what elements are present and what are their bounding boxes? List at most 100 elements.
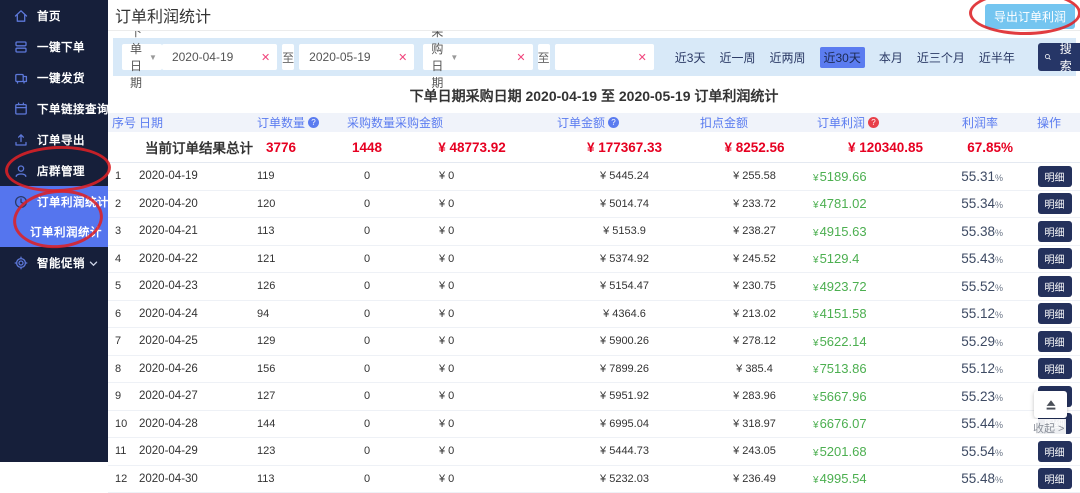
purchase-date-to-input[interactable] <box>563 45 631 69</box>
summary-deduction-amount: ¥ 8252.56 <box>696 140 813 155</box>
rate-value: 55.43 <box>961 251 995 266</box>
cell-order_count: 120 <box>253 198 343 210</box>
sidebar-item-home[interactable]: 首页 <box>0 0 108 31</box>
table-row: 122020-04-301130¥ 0¥ 5232.03¥ 236.49¥499… <box>108 466 1080 493</box>
cell-order-profit: ¥4781.02 <box>813 196 958 211</box>
purchase-date-to-box: ✕ <box>555 44 654 70</box>
collapse-widget[interactable]: 收起 > <box>1031 419 1066 437</box>
sidebar-item-calendar[interactable]: 下单链接查询 <box>0 93 108 124</box>
search-button-label: 搜索 <box>1058 40 1077 74</box>
sidebar-item-order[interactable]: 一键下单 <box>0 31 108 62</box>
quick-range-1[interactable]: 近一周 <box>719 49 755 66</box>
cell-action: 明细 <box>1033 468 1076 489</box>
rate-value: 55.12 <box>961 306 995 321</box>
cell-order_count: 123 <box>253 445 343 457</box>
cell-seq: 8 <box>108 363 135 375</box>
sidebar-item-clock[interactable]: 订单利润统计 <box>0 186 108 217</box>
column-header-7: 订单利润? <box>813 114 958 131</box>
quick-range-4[interactable]: 本月 <box>879 49 903 66</box>
cell-deduction_amount: ¥ 230.75 <box>696 280 813 292</box>
detail-button[interactable]: 明细 <box>1038 221 1072 242</box>
profit-value: 4151.58 <box>820 306 867 321</box>
detail-button[interactable]: 明细 <box>1038 303 1072 324</box>
help-icon[interactable]: ? <box>608 117 619 128</box>
purchase-date-type-select[interactable]: 采购日期 ▼ <box>423 23 463 91</box>
column-header-2: 订单数量? <box>253 114 343 131</box>
detail-button[interactable]: 明细 <box>1038 331 1072 352</box>
cell-purchase_amount: ¥ 0 <box>391 225 553 237</box>
detail-button[interactable]: 明细 <box>1038 468 1072 489</box>
cell-profit-rate: 55.29% <box>958 334 1033 349</box>
cell-purchase_amount: ¥ 0 <box>391 335 553 347</box>
sidebar-item-gear[interactable]: 智能促销 <box>0 247 108 278</box>
cell-profit-rate: 55.43% <box>958 251 1033 266</box>
detail-button[interactable]: 明细 <box>1038 193 1072 214</box>
rate-value: 55.48 <box>961 471 995 486</box>
detail-button[interactable]: 明细 <box>1038 276 1072 297</box>
detail-button[interactable]: 明细 <box>1038 441 1072 462</box>
cell-action: 明细 <box>1033 193 1076 214</box>
cell-date: 2020-04-25 <box>135 335 253 347</box>
purchase-date-from-input[interactable] <box>463 45 509 69</box>
sidebar-item-export[interactable]: 订单导出 <box>0 124 108 155</box>
cell-action: 明细 <box>1033 166 1076 187</box>
back-to-top-widget[interactable] <box>1034 391 1067 418</box>
cell-seq: 1 <box>108 170 135 182</box>
cell-order-profit: ¥5189.66 <box>813 169 958 184</box>
column-header-label: 订单金额 <box>557 114 605 131</box>
cell-seq: 6 <box>108 308 135 320</box>
sidebar-item-delivery[interactable]: 一键发货 <box>0 62 108 93</box>
sidebar-subitem-clock[interactable]: 订单利润统计 <box>0 217 108 247</box>
order-date-to-input[interactable] <box>307 45 391 69</box>
percent-symbol: % <box>995 393 1003 403</box>
order-date-type-select[interactable]: 下单日期 ▼ <box>122 44 162 70</box>
detail-button[interactable]: 明细 <box>1038 358 1072 379</box>
cell-profit-rate: 55.12% <box>958 361 1033 376</box>
cell-deduction_amount: ¥ 213.02 <box>696 308 813 320</box>
cell-order_amount: ¥ 7899.26 <box>553 363 696 375</box>
help-icon[interactable]: ? <box>868 117 879 128</box>
currency-symbol: ¥ <box>813 448 819 459</box>
search-icon <box>1044 51 1052 63</box>
cell-purchase_amount: ¥ 0 <box>391 390 553 402</box>
cell-purchase_count: 0 <box>343 170 391 182</box>
cell-order_count: 119 <box>253 170 343 182</box>
cell-date: 2020-04-30 <box>135 473 253 485</box>
filter-bar: 下单日期 ▼ ✕ 至 ✕ 采购日期 ▼ ✕ 至 <box>113 38 1076 76</box>
currency-symbol: ¥ <box>813 475 819 486</box>
cell-seq: 4 <box>108 253 135 265</box>
to-label: 至 <box>538 44 550 70</box>
cell-purchase_amount: ¥ 0 <box>391 445 553 457</box>
percent-symbol: % <box>995 365 1003 375</box>
search-button[interactable]: 搜索 <box>1038 43 1080 71</box>
cell-order-profit: ¥4915.63 <box>813 224 958 239</box>
help-icon[interactable]: ? <box>308 117 319 128</box>
quick-range-0[interactable]: 近3天 <box>675 49 706 66</box>
clear-order-date-to-icon[interactable]: ✕ <box>391 51 414 64</box>
clear-order-date-from-icon[interactable]: ✕ <box>254 51 277 64</box>
order-date-from-input[interactable] <box>170 45 254 69</box>
clear-purchase-date-to-icon[interactable]: ✕ <box>631 51 654 64</box>
table-row: 92020-04-271270¥ 0¥ 5951.92¥ 283.96¥5667… <box>108 383 1080 411</box>
cell-deduction_amount: ¥ 238.27 <box>696 225 813 237</box>
rate-value: 55.44 <box>961 416 995 431</box>
detail-button[interactable]: 明细 <box>1038 248 1072 269</box>
quick-range-5[interactable]: 近三个月 <box>917 49 965 66</box>
rate-value: 55.54 <box>961 444 995 459</box>
quick-range-6[interactable]: 近半年 <box>979 49 1015 66</box>
sidebar-item-user[interactable]: 店群管理 <box>0 155 108 186</box>
summary-label: 当前订单结果总计 <box>108 137 253 157</box>
cell-order_amount: ¥ 5374.92 <box>553 253 696 265</box>
cell-seq: 11 <box>108 445 135 457</box>
quick-range-2[interactable]: 近两周 <box>769 49 805 66</box>
table-row: 42020-04-221210¥ 0¥ 5374.92¥ 245.52¥5129… <box>108 246 1080 274</box>
export-order-profit-button[interactable]: 导出订单利润 <box>985 4 1075 29</box>
chevron-down-icon <box>88 195 99 206</box>
cell-action: 明细 <box>1033 358 1076 379</box>
cell-order_amount: ¥ 5232.03 <box>553 473 696 485</box>
quick-range-3[interactable]: 近30天 <box>820 47 865 68</box>
clear-purchase-date-from-icon[interactable]: ✕ <box>509 51 532 64</box>
table-title: 下单日期采购日期 2020-04-19 至 2020-05-19 订单利润统计 <box>108 86 1080 106</box>
profit-value: 4781.02 <box>820 196 867 211</box>
detail-button[interactable]: 明细 <box>1038 166 1072 187</box>
